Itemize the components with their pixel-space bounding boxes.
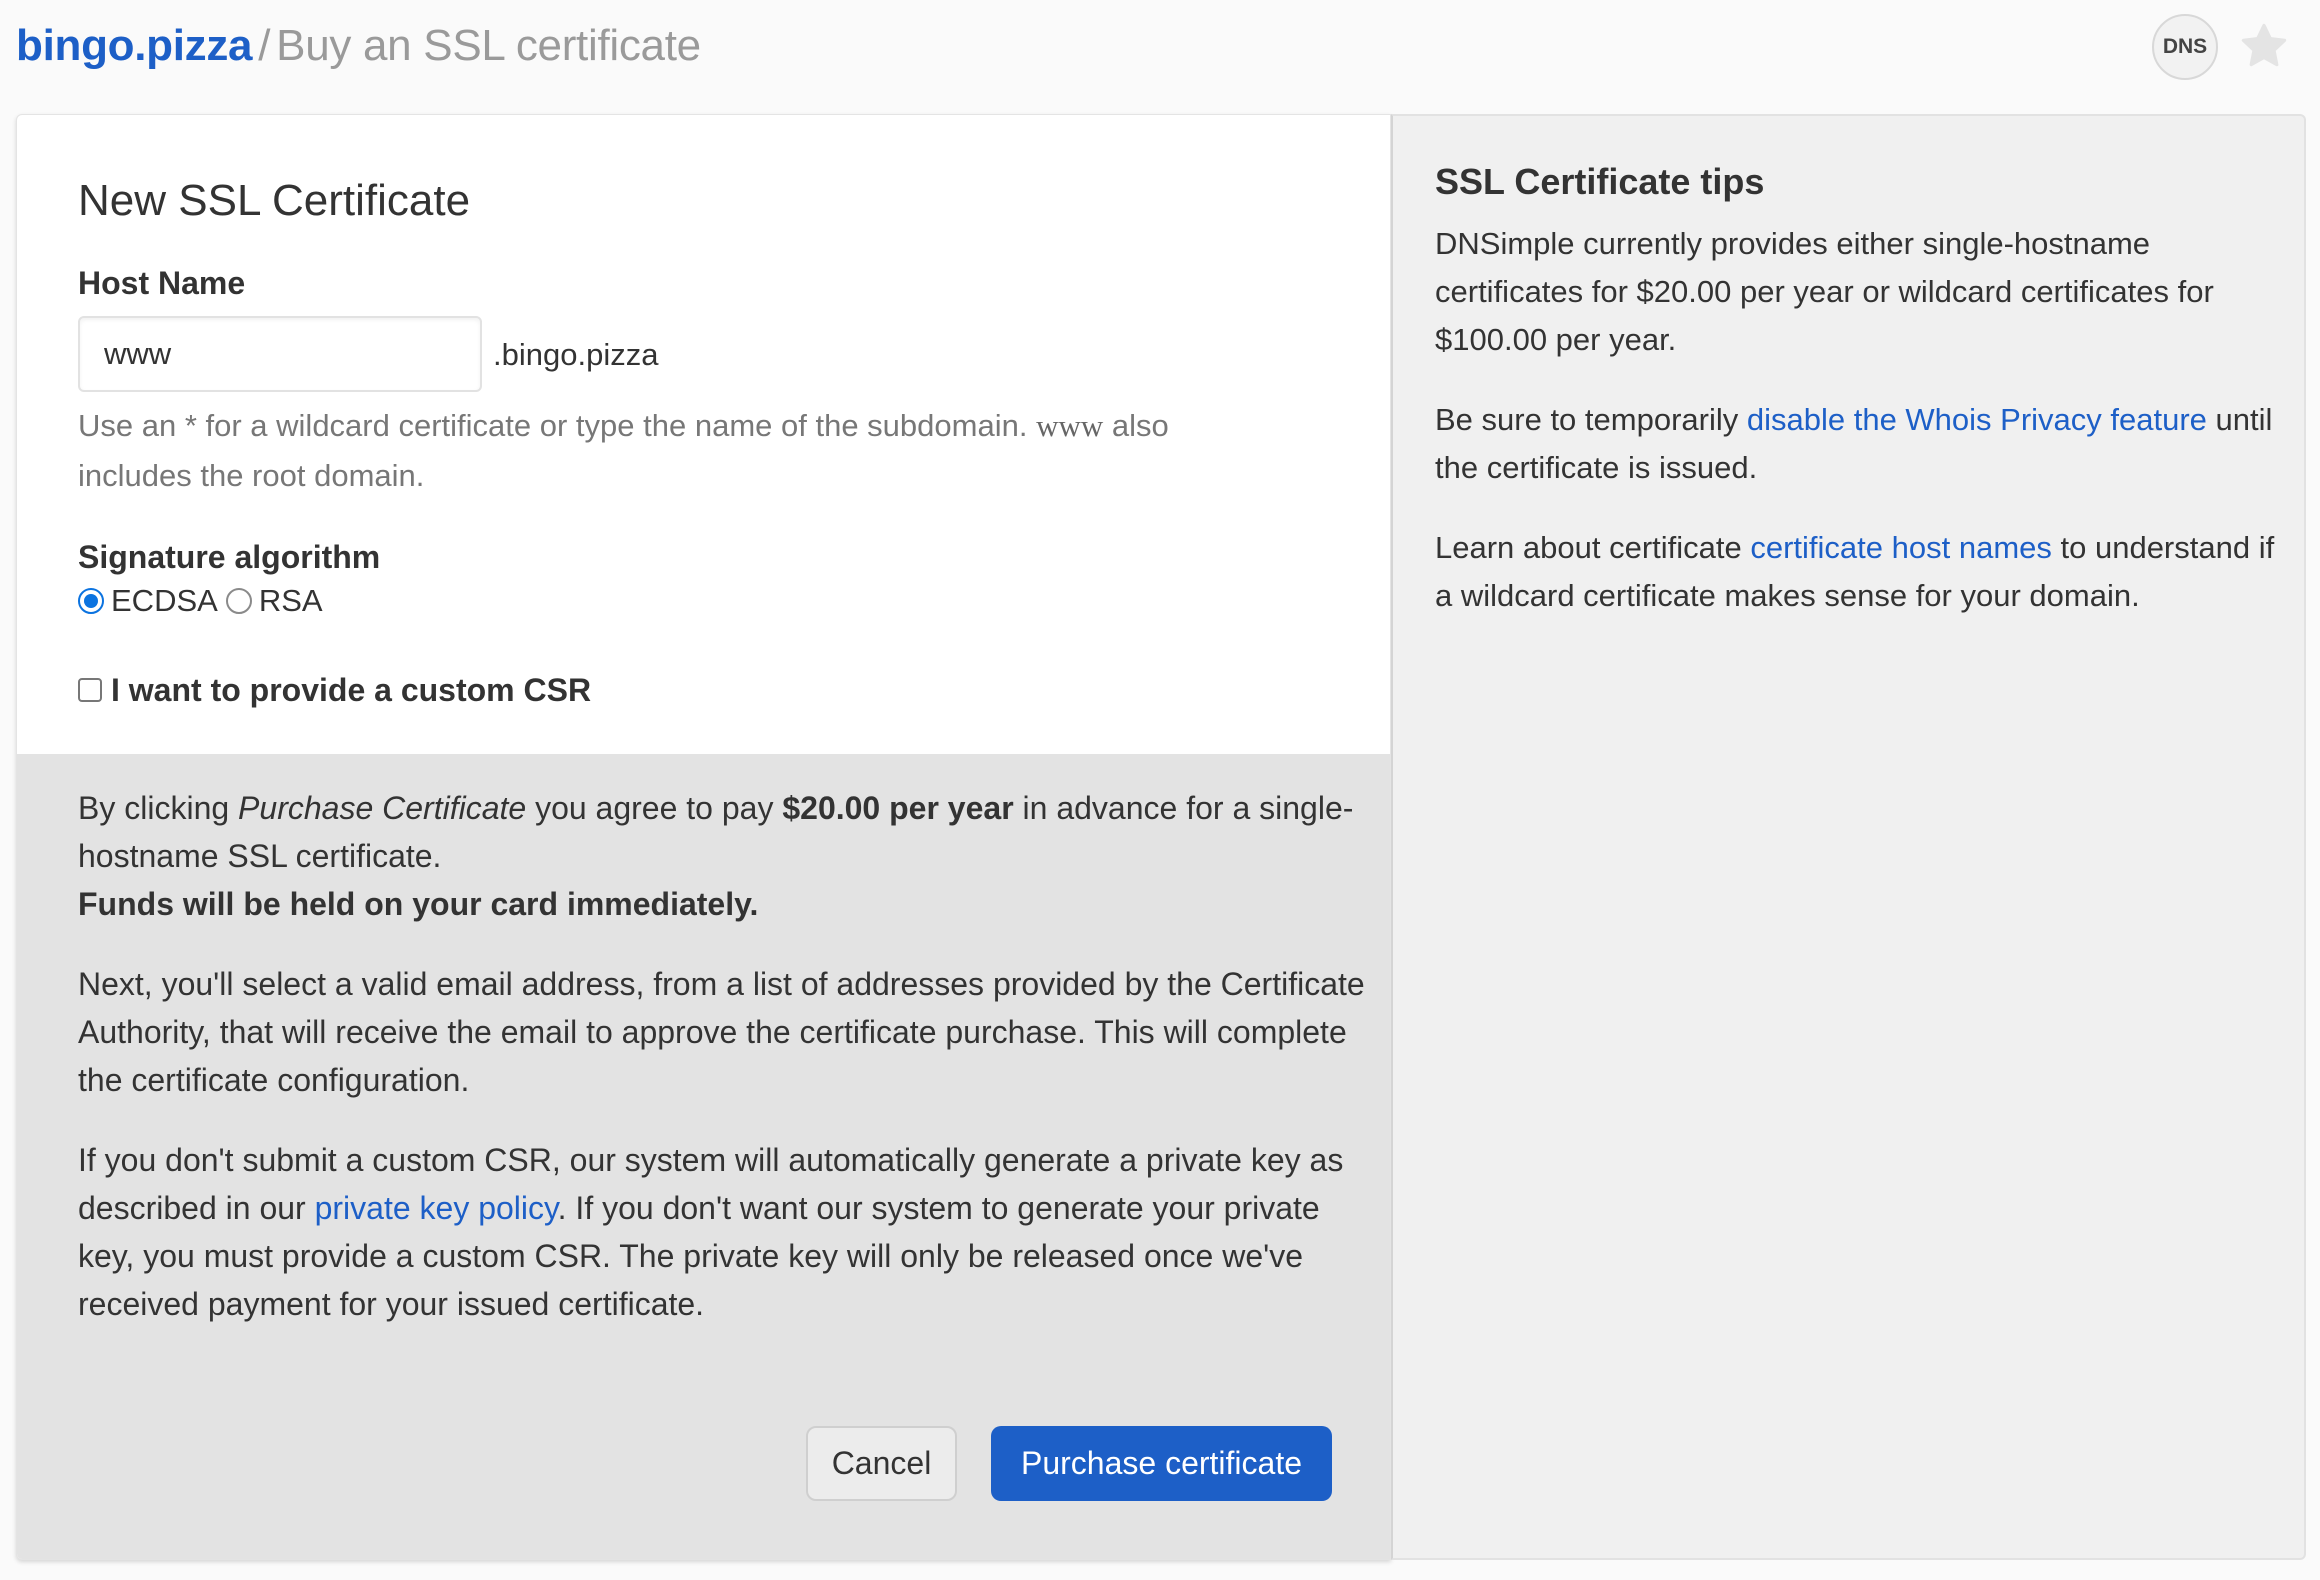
private-key-paragraph: If you don't submit a custom CSR, our sy…: [78, 1136, 1368, 1328]
private-key-policy-link[interactable]: private key policy: [315, 1190, 558, 1226]
top-bar: bingo.pizza / Buy an SSL certificate DNS: [0, 0, 2320, 100]
radio-ecdsa[interactable]: [78, 588, 104, 614]
breadcrumb-current-page: Buy an SSL certificate: [276, 21, 701, 70]
radio-rsa-label[interactable]: RSA: [259, 581, 323, 621]
cancel-button[interactable]: Cancel: [806, 1426, 957, 1501]
custom-csr-row: I want to provide a custom CSR: [78, 670, 591, 710]
funds-notice: Funds will be held on your card immediat…: [78, 886, 759, 922]
dns-badge-label: DNS: [2162, 35, 2208, 58]
agreement-paragraph: By clicking Purchase Certificate you agr…: [78, 784, 1368, 928]
tip-text: Learn about certificate: [1435, 530, 1751, 565]
host-name-hint: Use an * for a wildcard certificate or t…: [78, 401, 1278, 501]
host-name-label: Host Name: [78, 265, 246, 301]
signature-algorithm-label: Signature algorithm: [78, 539, 381, 575]
disable-whois-privacy-link[interactable]: disable the Whois Privacy feature: [1747, 402, 2207, 437]
breadcrumb: bingo.pizza / Buy an SSL certificate: [16, 18, 701, 74]
tip-pricing: DNSimple currently provides either singl…: [1435, 226, 2214, 357]
radio-ecdsa-label[interactable]: ECDSA: [111, 581, 218, 621]
breadcrumb-domain-link[interactable]: bingo.pizza: [16, 21, 253, 70]
signature-algorithm-group: ECDSA RSA: [78, 581, 331, 621]
new-certificate-panel: New SSL Certificate Host Name .bingo.piz…: [16, 114, 1391, 1560]
radio-rsa[interactable]: [225, 588, 252, 614]
certificate-host-names-link[interactable]: certificate host names: [1750, 530, 2052, 565]
page-title: New SSL Certificate: [78, 176, 471, 225]
hint-text: Use an * for a wildcard certificate or t…: [78, 408, 1028, 443]
agreement-text: you agree to pay: [526, 790, 783, 826]
agreement-emphasis: Purchase Certificate: [238, 790, 527, 826]
tip-text: Be sure to temporarily: [1435, 402, 1747, 437]
tips-sidebar: SSL Certificate tips DNSimple currently …: [1391, 114, 2306, 1560]
price-strong: $20.00 per year: [782, 790, 1014, 826]
purchase-terms: By clicking Purchase Certificate you agr…: [78, 784, 1368, 1360]
tip-whois: Be sure to temporarily disable the Whois…: [1435, 396, 2275, 492]
tips-content: DNSimple currently provides either singl…: [1435, 220, 2275, 652]
purchase-certificate-button[interactable]: Purchase certificate: [991, 1426, 1332, 1501]
tip-host-names: Learn about certificate certificate host…: [1435, 524, 2275, 620]
next-steps-paragraph: Next, you'll select a valid email addres…: [78, 966, 1365, 1098]
tips-title: SSL Certificate tips: [1435, 161, 1765, 202]
dns-badge-button[interactable]: DNS: [2152, 14, 2218, 80]
custom-csr-label[interactable]: I want to provide a custom CSR: [111, 670, 591, 710]
certificate-form: New SSL Certificate Host Name .bingo.piz…: [17, 115, 1390, 754]
custom-csr-checkbox[interactable]: [78, 678, 102, 702]
purchase-footer: By clicking Purchase Certificate you agr…: [17, 754, 1390, 1559]
agreement-text: By clicking: [78, 790, 239, 826]
hint-code: www: [1036, 408, 1104, 443]
breadcrumb-separator: /: [258, 21, 271, 70]
host-name-input[interactable]: [78, 316, 482, 392]
star-icon[interactable]: [2238, 20, 2290, 72]
host-name-suffix: .bingo.pizza: [493, 337, 659, 372]
